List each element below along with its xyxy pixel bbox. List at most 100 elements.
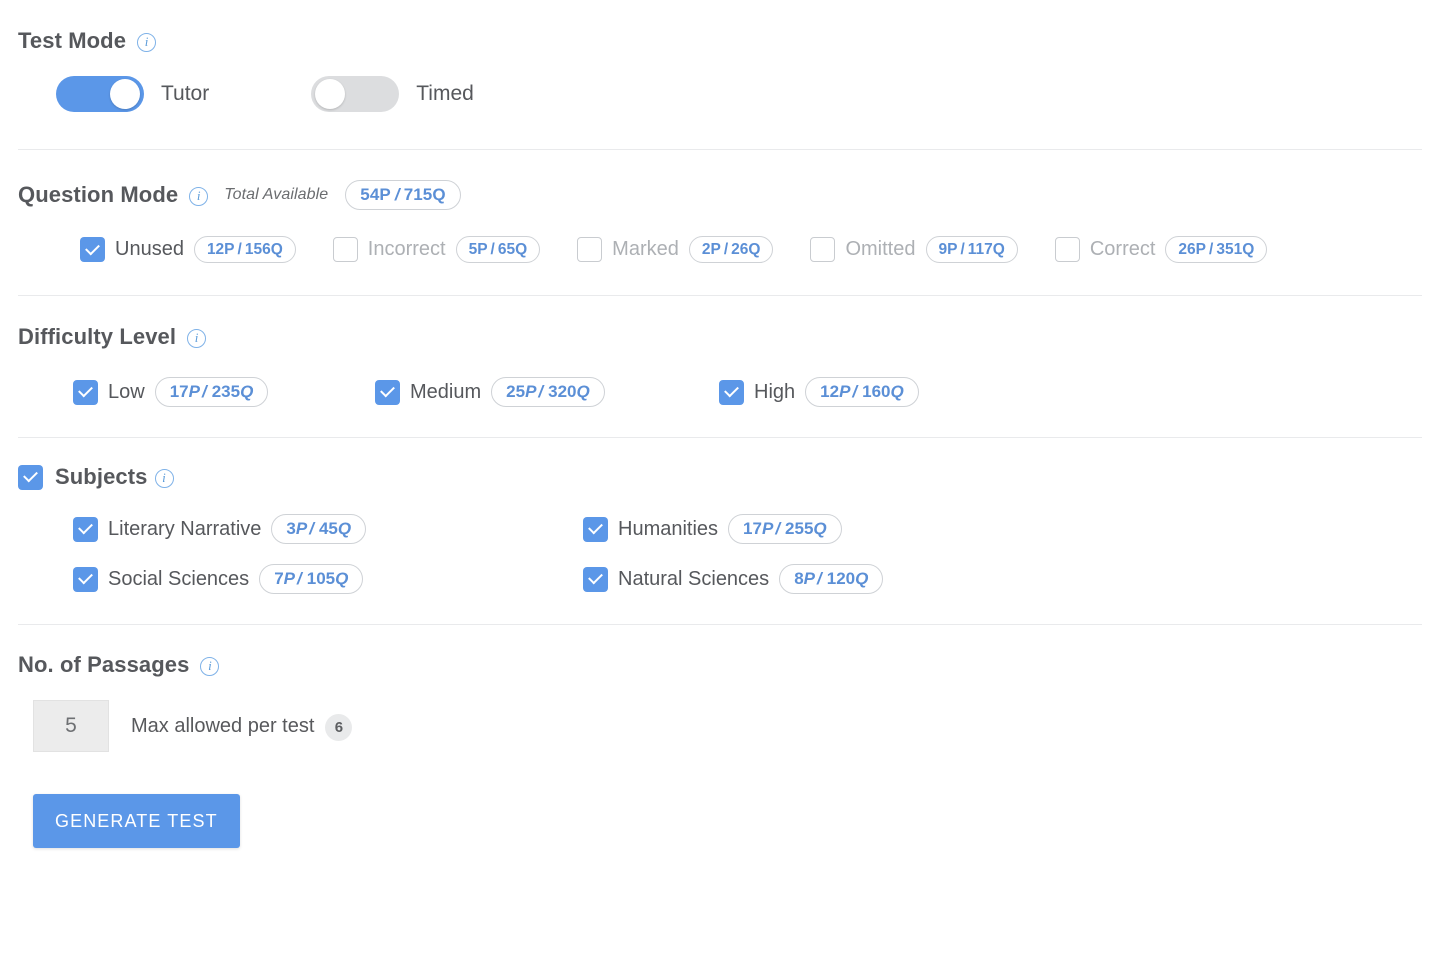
subjects-options: Literary Narrative 3 P/45 Q Humanities 17 P… (18, 514, 1422, 594)
test-mode-toggles: Tutor Timed (18, 76, 1422, 112)
badge-questions: 715Q (403, 185, 446, 204)
badge-passages: 54P (360, 185, 391, 204)
difficulty-options: Low 17 P/235 Q Medium 25 P/320 Q High 12 P/16… (18, 377, 1422, 407)
toggle-timed-label: Timed (416, 82, 474, 105)
badge-sep: / (775, 519, 781, 538)
badge-passages: 9P (938, 240, 958, 258)
option-unused[interactable]: Unused 12P/156Q (80, 236, 296, 263)
badge-questions-unit: Q (337, 519, 352, 538)
checkbox-unused[interactable] (80, 237, 105, 262)
badge-passages-num: 17 (169, 382, 189, 401)
option-natural-sciences[interactable]: Natural Sciences 8 P/120 Q (583, 564, 884, 594)
toggle-tutor-label: Tutor (161, 82, 210, 105)
badge-questions-num: 255 (785, 519, 814, 538)
badge-passages-unit: P (188, 382, 200, 401)
option-incorrect[interactable]: Incorrect 5P/65Q (332, 236, 541, 263)
toggle-timed[interactable] (311, 76, 400, 112)
option-medium[interactable]: Medium 25 P/320 Q (375, 377, 719, 407)
info-icon[interactable]: i (200, 656, 220, 676)
badge-passages: 2P (701, 240, 721, 258)
option-count-badge: 17 P/255 Q (728, 514, 842, 544)
checkbox-high[interactable] (719, 379, 744, 405)
option-low[interactable]: Low 17 P/235 Q (73, 377, 375, 407)
max-allowed-label: Max allowed per test (131, 714, 315, 737)
badge-sep: / (538, 382, 544, 401)
toggle-knob (110, 79, 140, 109)
badge-passages-unit: P (803, 569, 815, 588)
badge-passages-unit: P (761, 519, 774, 538)
info-icon[interactable]: i (189, 186, 209, 206)
checkbox-natural-sciences[interactable] (583, 566, 608, 592)
checkbox-subjects-all[interactable] (18, 464, 43, 490)
checkbox-social-sciences[interactable] (73, 566, 98, 592)
option-count-badge: 9P/117Q (925, 236, 1018, 263)
option-omitted[interactable]: Omitted 9P/117Q (810, 236, 1018, 263)
option-correct[interactable]: Correct 26P/351Q (1054, 236, 1268, 263)
passage-count-input[interactable]: 5 (33, 700, 109, 752)
badge-passages: 12P (206, 240, 235, 258)
option-label: Omitted (845, 238, 916, 260)
badge-questions-num: 45 (318, 519, 338, 538)
checkbox-low[interactable] (73, 379, 98, 405)
badge-questions-num: 160 (862, 382, 891, 401)
subjects-section: Subjects i Literary Narrative 3 P/45 Q Hum… (0, 438, 1440, 594)
toggle-tutor[interactable] (56, 76, 144, 112)
option-label: Literary Narrative (108, 517, 262, 540)
subjects-heading[interactable]: Subjects i (18, 464, 1422, 490)
question-mode-title: Question Mode (18, 182, 179, 207)
badge-passages-num: 3 (286, 519, 296, 538)
badge-sep: / (490, 240, 495, 258)
option-label: Humanities (618, 517, 719, 540)
checkbox-incorrect[interactable] (332, 237, 358, 262)
passages-section: No. of Passages i 5 Max allowed per test… (0, 625, 1440, 752)
info-icon[interactable]: i (187, 328, 207, 348)
option-label: Medium (410, 380, 482, 403)
option-marked[interactable]: Marked 2P/26Q (577, 236, 774, 263)
badge-passages-num: 12 (820, 382, 840, 401)
checkbox-literary-narrative[interactable] (73, 516, 98, 542)
badge-passages-unit: P (525, 382, 537, 401)
option-humanities[interactable]: Humanities 17 P/255 Q (583, 514, 842, 544)
subjects-row-1: Literary Narrative 3 P/45 Q Humanities 17 P… (73, 514, 1422, 544)
option-label: Incorrect (367, 238, 446, 260)
badge-questions-num: 105 (306, 569, 336, 588)
checkbox-medium[interactable] (375, 379, 400, 405)
page-title: Test Mode (18, 28, 127, 53)
passage-count-value: 5 (65, 714, 77, 737)
badge-sep: / (237, 240, 242, 258)
question-mode-options: Unused 12P/156Q Incorrect 5P/65Q Marked … (18, 236, 1422, 263)
option-count-badge: 2P/26Q (688, 236, 774, 263)
generate-test-button[interactable]: GENERATE TEST (33, 794, 240, 848)
checkbox-marked[interactable] (577, 237, 603, 262)
test-mode-section: Test Mode i Tutor Timed (0, 0, 1440, 112)
info-icon[interactable]: i (154, 468, 174, 488)
test-mode-heading: Test Mode i (18, 28, 1422, 54)
option-count-badge: 17 P/235 Q (154, 377, 269, 407)
option-high[interactable]: High 12 P/160 Q (719, 377, 919, 407)
badge-passages-num: 8 (794, 569, 804, 588)
option-literary-narrative[interactable]: Literary Narrative 3 P/45 Q (73, 514, 583, 544)
badge-sep: / (309, 519, 314, 538)
option-label: Natural Sciences (618, 567, 770, 590)
option-label: Marked (612, 238, 679, 260)
difficulty-heading: Difficulty Level i (18, 324, 1422, 350)
checkbox-humanities[interactable] (583, 516, 608, 542)
badge-questions: 117Q (967, 240, 1005, 258)
checkbox-correct[interactable] (1054, 237, 1080, 262)
badge-passages-num: 7 (274, 569, 284, 588)
option-label: Low (108, 380, 145, 403)
option-count-badge: 12P/156Q (193, 236, 296, 263)
option-label: High (754, 380, 796, 403)
total-available-label: Total Available (224, 186, 329, 203)
badge-passages-unit: P (283, 569, 295, 588)
badge-questions-num: 320 (548, 382, 577, 401)
info-icon[interactable]: i (137, 32, 157, 52)
total-available-badge: 54P/715Q (345, 180, 461, 210)
badge-questions-num: 235 (211, 382, 241, 401)
option-social-sciences[interactable]: Social Sciences 7 P/105 Q (73, 564, 583, 594)
passages-title: No. of Passages (18, 652, 190, 677)
option-label: Correct (1089, 238, 1156, 260)
passages-heading: No. of Passages i (18, 652, 1422, 678)
difficulty-title: Difficulty Level (18, 324, 177, 349)
checkbox-omitted[interactable] (810, 237, 836, 262)
